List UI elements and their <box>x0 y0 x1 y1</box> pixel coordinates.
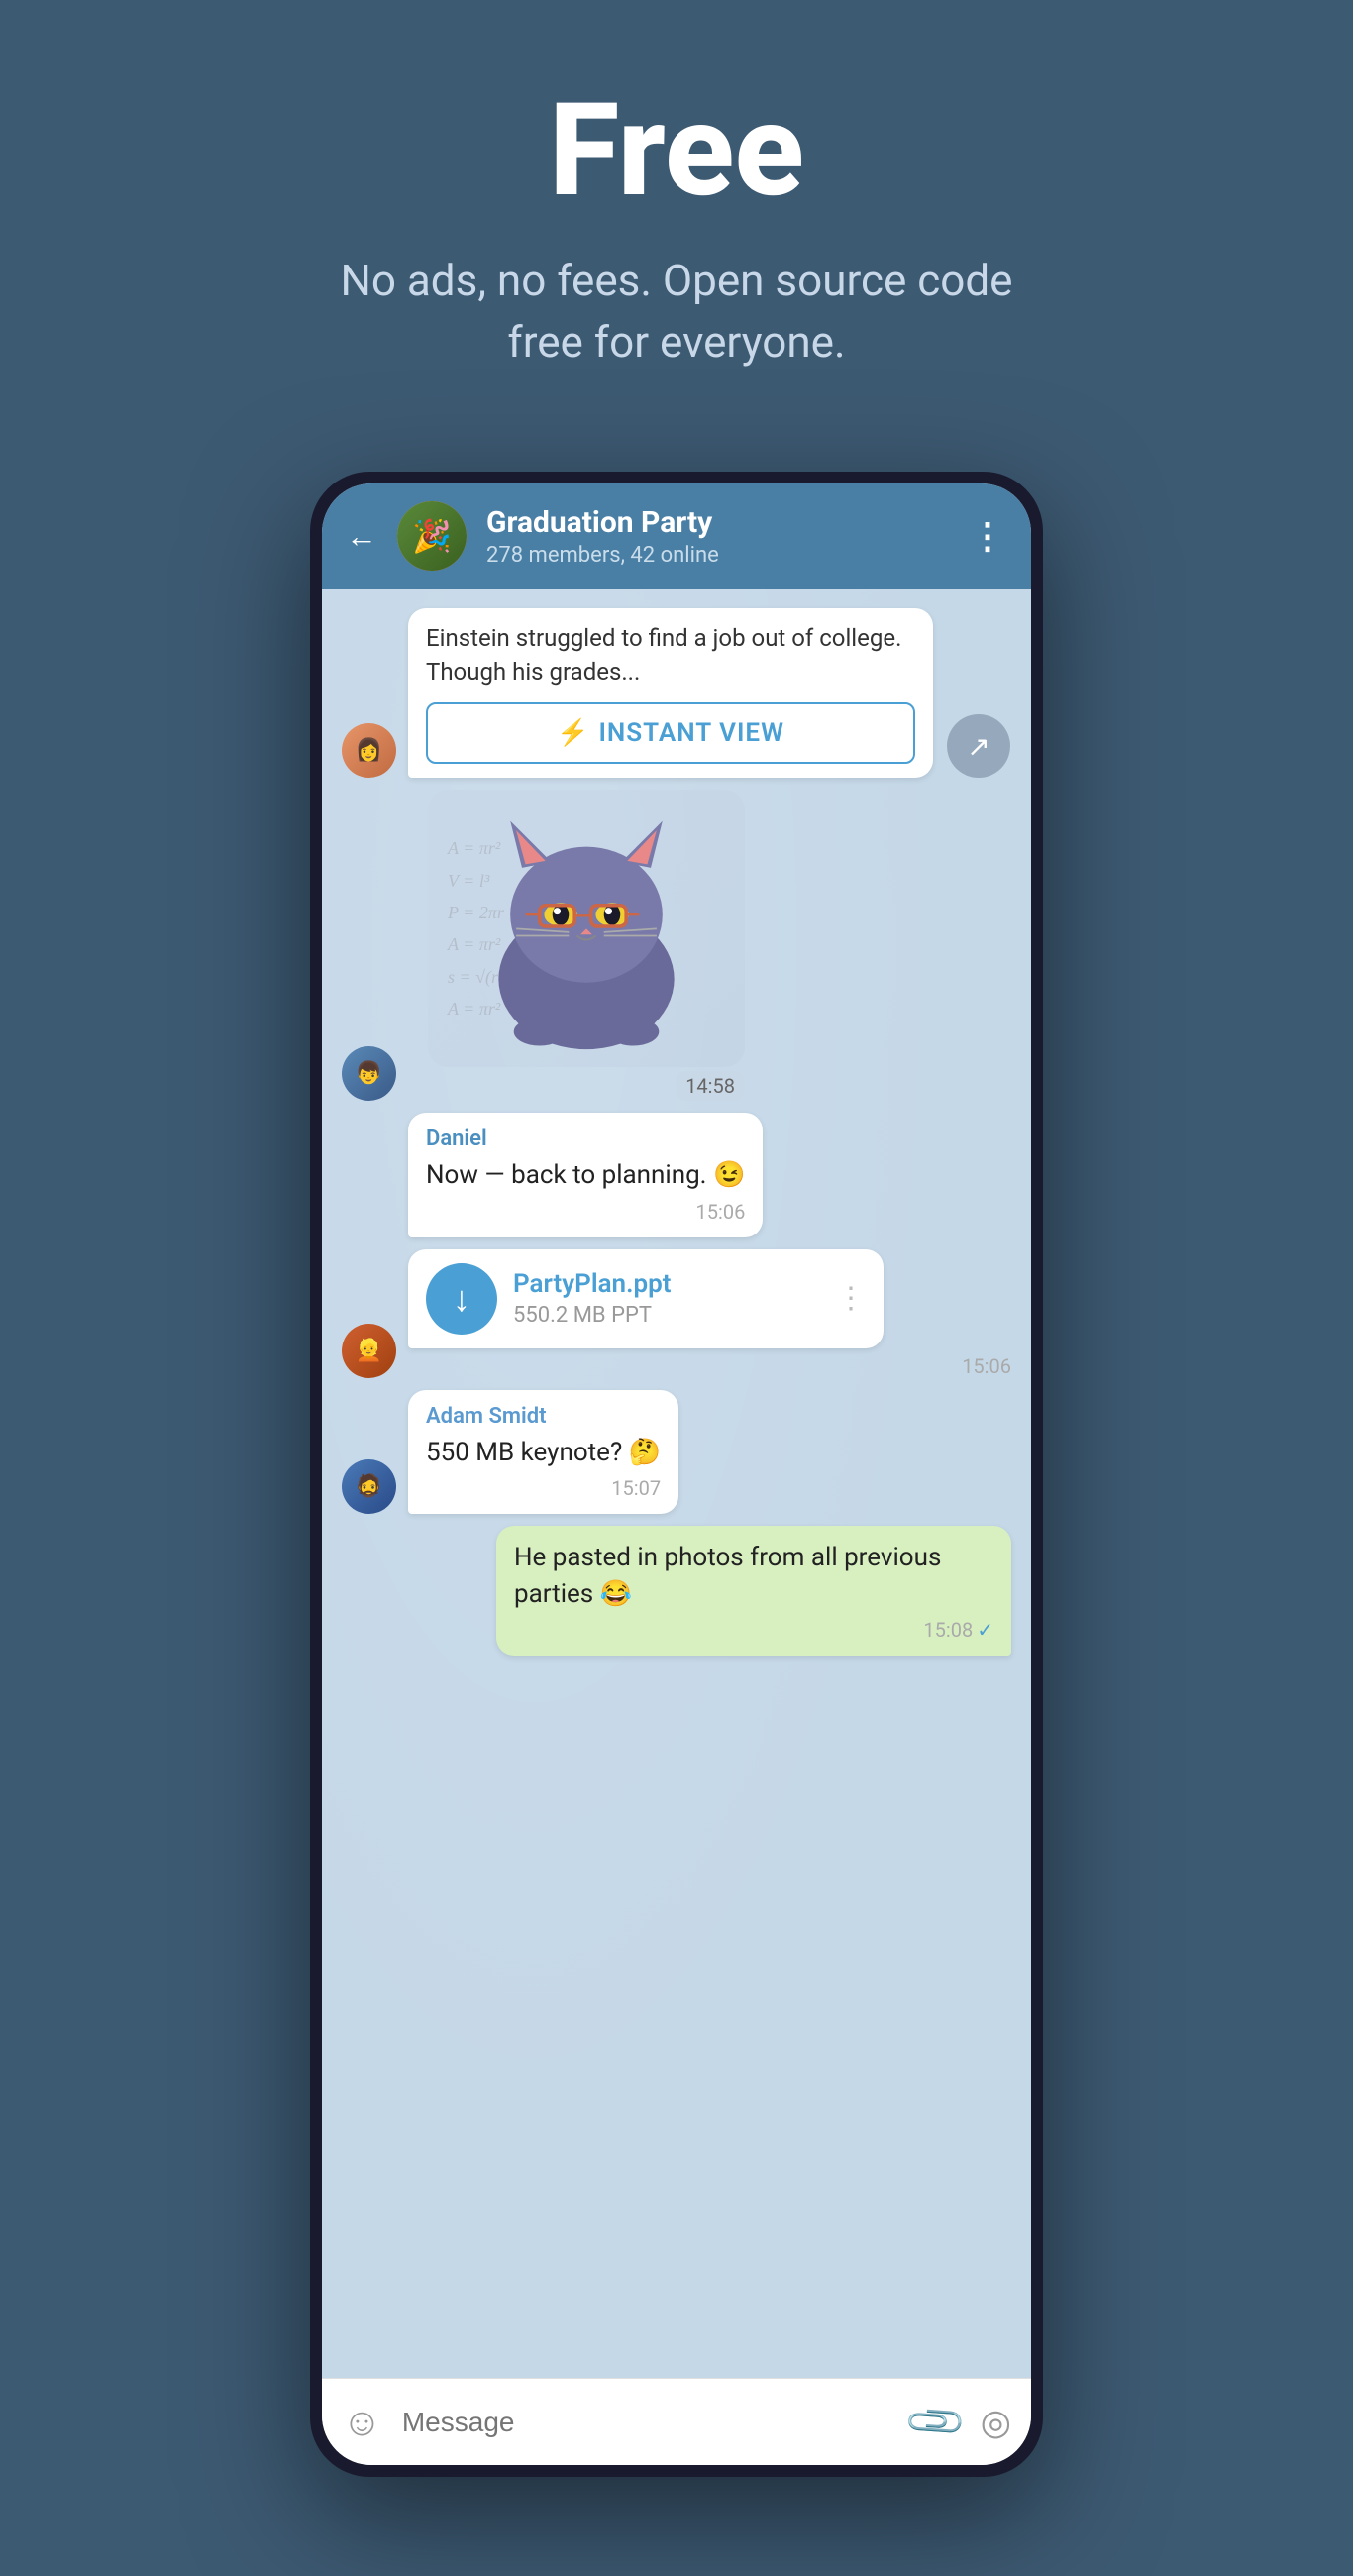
file-name: PartyPlan.ppt <box>513 1269 820 1299</box>
sticker-image: A = πr² V = l³ P = 2πr A = πr² s = √(r²+… <box>428 790 745 1067</box>
bubble-text: He pasted in photos from all previous pa… <box>514 1540 993 1612</box>
message-row-own: He pasted in photos from all previous pa… <box>342 1526 1011 1656</box>
instant-view-button[interactable]: ⚡ INSTANT VIEW <box>426 702 915 764</box>
text-bubble: Daniel Now — back to planning. 😉 15:06 <box>408 1113 763 1236</box>
cat-svg <box>438 798 735 1055</box>
link-content: Einstein struggled to find a job out of … <box>408 608 933 778</box>
own-message-bubble: He pasted in photos from all previous pa… <box>496 1526 1011 1656</box>
file-time: 15:06 <box>408 1354 1011 1378</box>
group-members: 278 members, 42 online <box>486 543 950 568</box>
header-menu-button[interactable]: ⋮ <box>970 515 1007 557</box>
file-bubble: ↓ PartyPlan.ppt 550.2 MB PPT ⋮ <box>408 1249 884 1348</box>
message-row: 🧔 Adam Smidt 550 MB keynote? 🤔 15:07 <box>342 1390 1011 1514</box>
sticker-area: A = πr² V = l³ P = 2πr A = πr² s = √(r²+… <box>428 790 745 1101</box>
message-row: Daniel Now — back to planning. 😉 15:06 <box>342 1113 1011 1236</box>
file-size: 550.2 MB PPT <box>513 1303 820 1328</box>
phone-wrapper: ← 🎉 Graduation Party 278 members, 42 onl… <box>290 472 1063 2477</box>
time-value: 15:08 <box>923 1618 973 1642</box>
hero-subtitle: No ads, no fees. Open source code free f… <box>305 251 1048 373</box>
link-bubble: Einstein struggled to find a job out of … <box>408 608 933 778</box>
camera-button[interactable]: ◎ <box>981 2402 1011 2443</box>
share-icon: ↗ <box>967 730 989 763</box>
sticker-row: 👦 A = πr² V = l³ P = 2πr A = πr² s = √(r… <box>342 790 1011 1101</box>
back-button[interactable]: ← <box>346 517 377 555</box>
emoji-button[interactable]: ☺ <box>342 2399 382 2445</box>
sender-name: Adam Smidt <box>426 1404 661 1429</box>
file-download-button[interactable]: ↓ <box>426 1263 497 1335</box>
bubble-time: 15:07 <box>426 1476 661 1500</box>
bubble-text: Now — back to planning. 😉 <box>426 1157 745 1193</box>
bubble-time: 15:06 <box>426 1200 745 1224</box>
avatar: 🧔 <box>342 1459 396 1514</box>
sender-name: Daniel <box>426 1127 745 1151</box>
chat-body: 👩 Einstein struggled to find a job out o… <box>322 589 1031 2378</box>
avatar: 👱 <box>342 1324 396 1378</box>
message-row: 👱 ↓ PartyPlan.ppt 550.2 MB PPT ⋮ <box>342 1249 1011 1378</box>
bubble-text: 550 MB keynote? 🤔 <box>426 1435 661 1470</box>
message-row: 👩 Einstein struggled to find a job out o… <box>342 608 1011 778</box>
group-avatar: 🎉 <box>397 501 467 571</box>
bubble-time: 15:08 ✓ <box>514 1618 993 1642</box>
file-info: PartyPlan.ppt 550.2 MB PPT <box>513 1269 820 1328</box>
phone-device: ← 🎉 Graduation Party 278 members, 42 onl… <box>310 472 1043 2477</box>
instant-view-label: INSTANT VIEW <box>598 718 784 748</box>
avatar: 👦 <box>342 1046 396 1101</box>
share-button[interactable]: ↗ <box>947 714 1010 778</box>
avatar: 👩 <box>342 723 396 778</box>
message-input[interactable] <box>402 2407 891 2438</box>
download-icon: ↓ <box>453 1278 470 1320</box>
sticker-time: 14:58 <box>676 1071 745 1101</box>
file-menu-button[interactable]: ⋮ <box>836 1281 866 1316</box>
lightning-icon: ⚡ <box>557 718 588 748</box>
cat-sticker <box>438 798 735 1059</box>
chat-header: ← 🎉 Graduation Party 278 members, 42 onl… <box>322 483 1031 589</box>
attach-button[interactable]: 📎 <box>901 2388 969 2455</box>
group-avatar-image: 🎉 <box>397 501 467 571</box>
hero-title: Free <box>549 79 804 221</box>
text-bubble: Adam Smidt 550 MB keynote? 🤔 15:07 <box>408 1390 678 1514</box>
message-input-bar: ☺ 📎 ◎ <box>322 2378 1031 2465</box>
header-info: Graduation Party 278 members, 42 online <box>486 505 950 568</box>
phone-screen: ← 🎉 Graduation Party 278 members, 42 onl… <box>322 483 1031 2465</box>
read-check-icon: ✓ <box>977 1618 993 1642</box>
group-name: Graduation Party <box>486 505 950 540</box>
link-preview-text: Einstein struggled to find a job out of … <box>426 622 915 689</box>
hero-section: Free No ads, no fees. Open source code f… <box>0 0 1353 432</box>
